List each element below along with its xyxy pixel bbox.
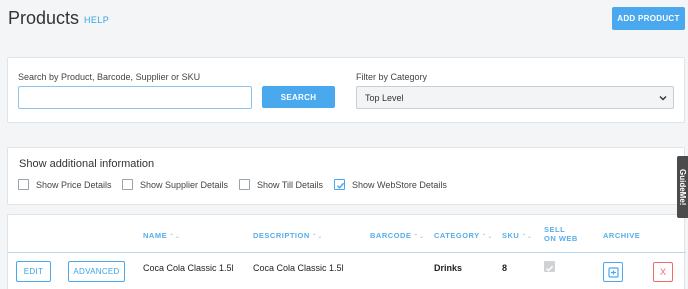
archive-button[interactable] xyxy=(603,262,623,282)
checkbox-label: Show Supplier Details xyxy=(140,179,229,190)
checkbox[interactable] xyxy=(18,179,29,190)
page-title: Products xyxy=(8,8,80,28)
delete-button[interactable]: X xyxy=(653,262,673,282)
column-header-barcode[interactable]: BARCODE ⌃⌄ xyxy=(370,231,424,242)
sort-icon: ⌃⌄ xyxy=(311,234,323,240)
category-select-value: Top Level xyxy=(365,92,404,103)
checkbox-checked[interactable] xyxy=(334,179,345,190)
column-header-category[interactable]: CATEGORY ⌃⌄ xyxy=(434,231,493,242)
checkbox[interactable] xyxy=(239,179,250,190)
additional-info-title: Show additional information xyxy=(19,158,155,170)
archive-icon xyxy=(607,266,619,278)
product-name: Coca Cola Classic 1.5l xyxy=(143,263,234,273)
sort-icon: ⌃⌄ xyxy=(521,234,533,240)
product-sku: 8 xyxy=(502,263,508,273)
checkmark-icon xyxy=(545,265,554,272)
product-category: Drinks xyxy=(434,263,463,273)
column-header-description[interactable]: DESCRIPTION ⌃⌄ xyxy=(253,231,323,242)
advanced-button[interactable]: ADVANCED xyxy=(68,261,125,282)
checkbox-label: Show Price Details xyxy=(36,179,112,190)
show-till-details-option[interactable]: Show Till Details xyxy=(239,179,323,190)
search-panel: Search by Product, Barcode, Supplier or … xyxy=(7,57,685,123)
column-header-archive: ARCHIVE xyxy=(603,231,641,240)
additional-info-panel: Show additional information Show Price D… xyxy=(7,147,685,205)
search-input[interactable] xyxy=(18,86,252,109)
category-select[interactable]: Top Level xyxy=(356,86,674,109)
checkmark-icon xyxy=(336,182,345,189)
checkbox[interactable] xyxy=(122,179,133,190)
sell-on-web-checkbox xyxy=(544,261,555,272)
add-product-button[interactable]: ADD PRODUCT xyxy=(612,7,685,30)
column-header-sell-on-web: SELL ON WEB xyxy=(544,225,578,243)
column-header-sku[interactable]: SKU ⌃⌄ xyxy=(502,231,532,242)
sort-icon: ⌃⌄ xyxy=(481,234,493,240)
search-button[interactable]: SEARCH xyxy=(262,86,335,108)
filter-label: Filter by Category xyxy=(356,72,428,82)
help-link[interactable]: HELP xyxy=(84,15,109,25)
edit-button[interactable]: EDIT xyxy=(16,261,51,282)
checkbox-label: Show WebStore Details xyxy=(352,179,447,190)
column-header-name[interactable]: NAME ⌃⌄ xyxy=(143,231,180,242)
sort-icon: ⌃⌄ xyxy=(413,234,425,240)
search-label: Search by Product, Barcode, Supplier or … xyxy=(18,72,201,82)
checkbox-label: Show Till Details xyxy=(257,179,324,190)
show-webstore-details-option[interactable]: Show WebStore Details xyxy=(334,179,447,190)
guideme-tab[interactable]: GuideMe! xyxy=(677,156,688,218)
show-price-details-option[interactable]: Show Price Details xyxy=(18,179,112,190)
products-table: NAME ⌃⌄ DESCRIPTION ⌃⌄ BARCODE ⌃⌄ CATEGORY ⌃… xyxy=(7,214,686,289)
product-description: Coca Cola Classic 1.5l xyxy=(253,263,344,273)
header-divider xyxy=(8,252,686,253)
sort-icon: ⌃⌄ xyxy=(169,234,181,240)
show-supplier-details-option[interactable]: Show Supplier Details xyxy=(122,179,228,190)
chevron-down-icon xyxy=(659,96,667,101)
